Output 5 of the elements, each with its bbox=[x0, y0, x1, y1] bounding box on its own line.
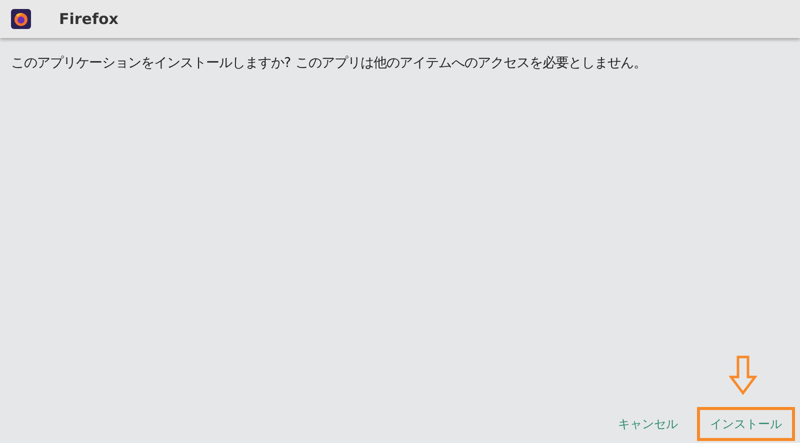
install-message: このアプリケーションをインストールしますか? このアプリは他のアイテムへのアクセスを必要としません。 bbox=[11, 54, 648, 72]
cancel-button[interactable]: キャンセル bbox=[605, 407, 691, 441]
down-arrow-icon bbox=[729, 355, 757, 395]
app-icon bbox=[11, 9, 31, 29]
app-title: Firefox bbox=[59, 10, 118, 28]
